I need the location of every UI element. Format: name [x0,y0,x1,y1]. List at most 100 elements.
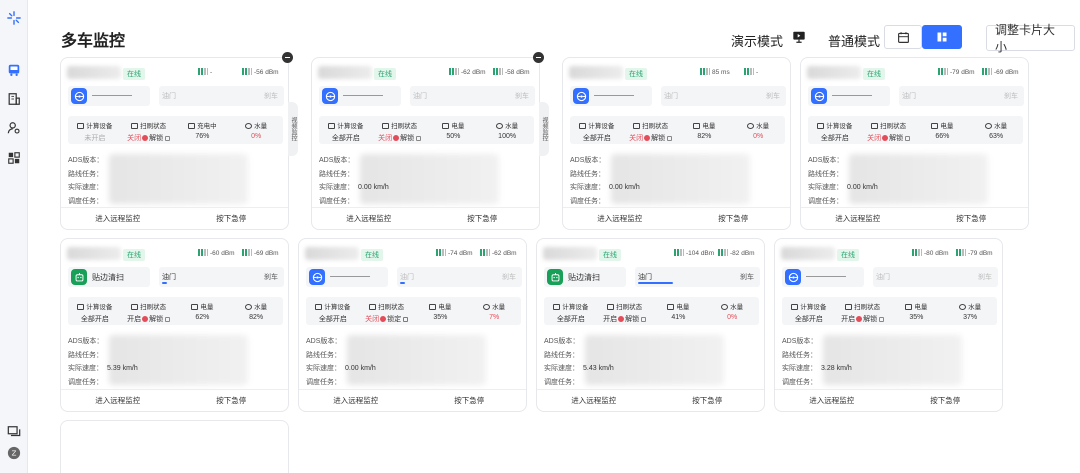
emergency-stop-button[interactable]: 按下急停 [651,390,765,411]
signal-left: -60 dBm [198,249,235,257]
chat-icon[interactable] [6,424,22,440]
pedal-status: 油门 刹车 [635,267,760,287]
battery-stat: 电量 66% [916,116,970,144]
card-actions: 进入远程监控 按下急停 [61,207,288,229]
signal-bars-icon [744,68,754,75]
pedal-status: 油门 刹车 [899,86,1024,106]
sweeper-icon [871,123,879,129]
remote-monitor-button[interactable]: 进入远程监控 [61,390,175,411]
vehicle-card: 在线 -80 dBm -79 dBm 油门 刹车 计算设备 全部开启 扫刷状态 … [774,238,1003,412]
status-badge: 在线 [361,249,383,261]
water-drop-icon [959,304,967,310]
emergency-stop-button[interactable]: 按下急停 [889,390,1003,411]
steering-wheel-icon [322,88,338,104]
drive-mode-label: 贴边清扫 [92,273,124,282]
drive-mode: 贴边清扫 [68,267,150,287]
close-dot-icon [142,316,149,322]
signal-bars-icon [436,249,446,256]
layout-icon [937,32,947,42]
computer-icon [328,123,336,129]
brake-label: 刹车 [502,274,516,281]
video-monitor-tab[interactable]: 视频监控 [539,102,549,156]
water-stat: 水量 0% [229,116,283,144]
building-icon[interactable] [6,91,22,107]
card-actions: 进入远程监控 按下急停 [801,207,1028,229]
emergency-stop-button[interactable]: 按下急停 [175,208,289,229]
remove-card-button[interactable] [533,52,544,63]
signal-right: -62 dBm [480,249,517,257]
video-monitor-tab[interactable]: 视频监控 [288,102,298,156]
pedal-status: 油门 刹车 [661,86,786,106]
card-actions: 进入远程监控 按下急停 [312,207,539,229]
signal-right: -58 dBm [493,68,530,76]
emergency-stop-button[interactable]: 按下急停 [175,390,289,411]
remote-monitor-button[interactable]: 进入远程监控 [312,208,426,229]
throttle-bar [638,282,673,284]
vehicle-info: ADS版本： 路线任务： 实际速度： 0.00 km/h 调度任务： [319,157,389,205]
vehicle-name-blurred [543,247,597,260]
lock-icon [416,136,422,141]
signal-right: -82 dBm [718,249,755,257]
remove-card-button[interactable] [282,52,293,63]
status-panel: 计算设备 全部开启 扫刷状态 关闭 解锁 电量 82% 水量 0% [570,116,785,144]
lock-icon [879,317,885,322]
battery-icon [931,123,939,129]
steering-wheel-icon [785,269,801,285]
compute-stat: 计算设备 全部开启 [544,297,598,325]
emergency-stop-button[interactable]: 按下急停 [677,208,791,229]
emergency-stop-button[interactable]: 按下急停 [426,208,540,229]
battery-icon [667,304,675,310]
remote-monitor-button[interactable]: 进入远程监控 [801,208,915,229]
compute-stat: 计算设备 全部开启 [68,297,122,325]
grid-icon[interactable] [6,150,22,166]
vehicle-info: ADS版本： 路线任务： 实际速度： 3.28 km/h 调度任务： [782,338,852,386]
signal-left: -79 dBm [938,68,975,76]
vehicle-info: ADS版本： 路线任务： 实际速度： 5.43 km/h 调度任务： [544,338,614,386]
computer-icon [791,304,799,310]
throttle-label: 油门 [162,274,176,281]
signal-bars-icon [956,249,966,256]
lock-icon [165,317,171,322]
battery-stat: 电量 62% [176,297,230,325]
demo-mode-button[interactable] [786,25,812,49]
lock-icon [165,136,171,141]
status-badge: 在线 [863,68,885,80]
computer-icon [77,304,85,310]
water-stat: 水量 37% [943,297,997,325]
remote-monitor-button[interactable]: 进入远程监控 [563,208,677,229]
water-drop-icon [496,123,504,129]
remote-monitor-button[interactable]: 进入远程监控 [61,208,175,229]
water-stat: 水量 100% [480,116,534,144]
remote-monitor-button[interactable]: 进入远程监控 [537,390,651,411]
signal-right: -69 dBm [982,68,1019,76]
status-panel: 计算设备 全部开启 扫刷状态 开启 解锁 电量 41% 水量 0% [544,297,759,325]
remote-monitor-button[interactable]: 进入远程监控 [299,390,413,411]
bus-icon[interactable] [6,62,22,78]
monitor-icon [793,31,805,43]
card-view-button[interactable] [922,25,962,49]
card-actions: 进入远程监控 按下急停 [537,389,764,411]
vehicle-card: 在线 -62 dBm -58 dBm 油门 刹车 计算设备 全部开启 扫刷状态 … [311,52,544,230]
vehicle-name-blurred [318,66,372,79]
emergency-stop-button[interactable]: 按下急停 [413,390,527,411]
status-panel: 计算设备 全部开启 扫刷状态 开启 解锁 电量 62% 水量 82% [68,297,283,325]
computer-icon [315,304,323,310]
user-settings-icon[interactable] [6,120,22,136]
battery-stat: 电量 35% [890,297,944,325]
svg-text:Z: Z [12,450,17,458]
emergency-stop-button[interactable]: 按下急停 [915,208,1029,229]
status-badge: 在线 [599,249,621,261]
close-dot-icon [882,135,889,141]
calendar-view-button[interactable] [884,25,922,49]
avatar-icon[interactable]: Z [6,445,22,461]
resize-cards-button[interactable]: 调整卡片大小 [986,23,1075,54]
vehicle-info: ADS版本： 路线任务： 实际速度： 0.00 km/h 调度任务： [306,338,376,386]
drive-mode [808,86,890,106]
pedal-status: 油门 刹车 [159,86,284,106]
battery-icon [905,304,913,310]
lock-icon [905,136,911,141]
signal-bars-icon [242,68,252,75]
throttle-label: 油门 [162,93,176,100]
remote-monitor-button[interactable]: 进入远程监控 [775,390,889,411]
pedal-status: 油门 刹车 [397,267,522,287]
